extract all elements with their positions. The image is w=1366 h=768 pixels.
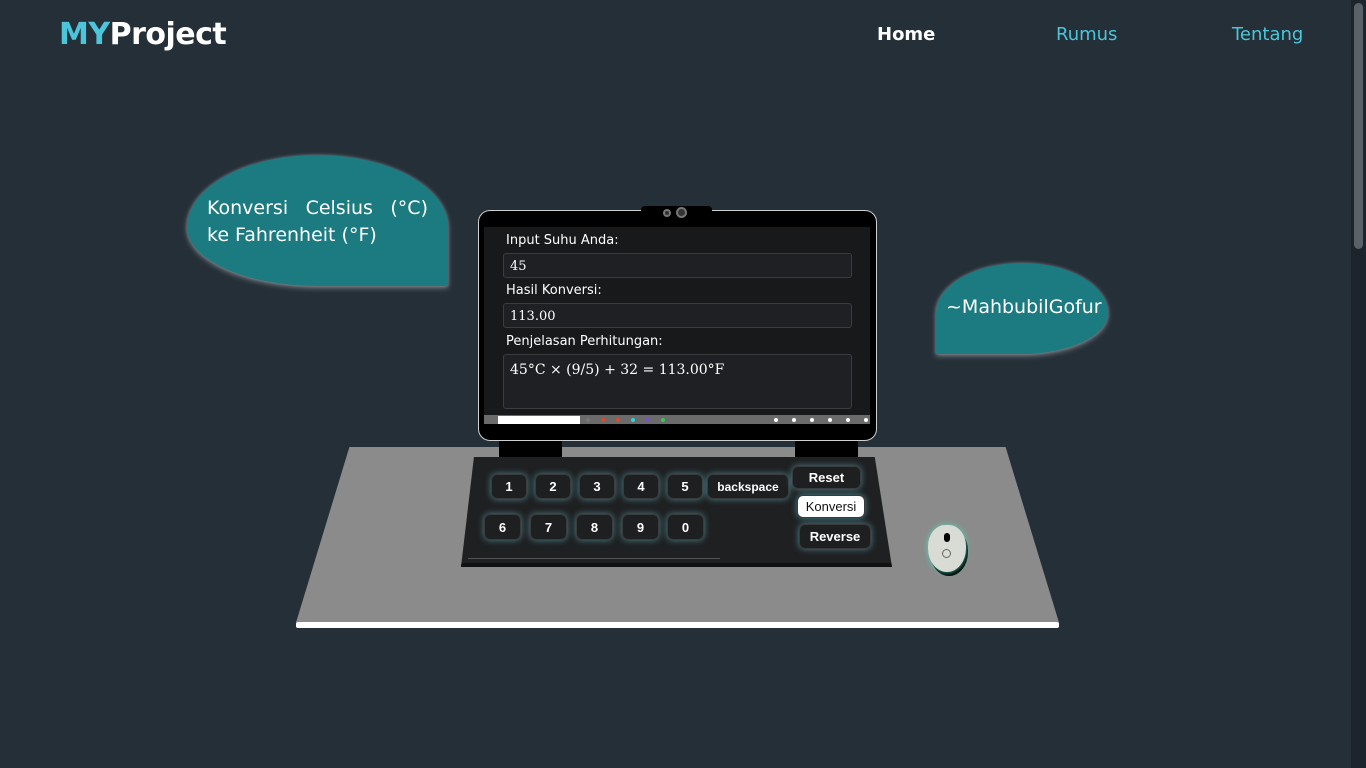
temperature-input[interactable]: 45: [503, 253, 852, 278]
taskbar-dot: [774, 418, 778, 422]
key-2[interactable]: 2: [535, 474, 571, 499]
reset-button[interactable]: Reset: [792, 466, 861, 489]
taskbar-dot: [601, 418, 605, 422]
screen-taskbar: [484, 415, 870, 424]
konversi-button[interactable]: Konversi: [797, 495, 865, 518]
screen-hinge-right: [795, 440, 858, 458]
desk-mat-edge: [296, 622, 1059, 628]
key-0[interactable]: 0: [667, 514, 704, 540]
page-scrollbar[interactable]: [1351, 0, 1366, 768]
scrollbar-thumb[interactable]: [1354, 3, 1363, 249]
key-8[interactable]: 8: [576, 514, 613, 540]
key-7[interactable]: 7: [530, 514, 567, 540]
taskbar-dot: [616, 418, 620, 422]
taskbar-dot: [864, 418, 868, 422]
title-bubble: Konversi Celsius (°C) ke Fahrenheit (°F): [187, 155, 448, 286]
backspace-key[interactable]: backspace: [707, 474, 789, 499]
input-label: Input Suhu Anda:: [506, 233, 619, 248]
key-5[interactable]: 5: [667, 474, 703, 499]
mouse-logo-icon: [942, 549, 951, 558]
reverse-button[interactable]: Reverse: [799, 524, 871, 549]
result-label: Hasil Konversi:: [506, 283, 602, 298]
taskbar-dot: [846, 418, 850, 422]
mouse-wheel-icon: [944, 533, 950, 542]
camera-sensor-icon: [663, 209, 671, 217]
taskbar-dot: [828, 418, 832, 422]
mouse-icon: [928, 525, 966, 572]
screen-hinge-left: [499, 440, 562, 458]
brand-accent: MY: [59, 17, 110, 52]
brand-logo[interactable]: MYProject: [59, 17, 227, 52]
brand-rest: Project: [109, 17, 227, 52]
key-9[interactable]: 9: [622, 514, 659, 540]
keyboard-divider: [468, 558, 720, 559]
key-1[interactable]: 1: [491, 474, 527, 499]
key-4[interactable]: 4: [623, 474, 659, 499]
explanation-field: 45°C × (9/5) + 32 = 113.00°F: [503, 354, 852, 409]
key-6[interactable]: 6: [484, 514, 521, 540]
taskbar-dot: [661, 418, 665, 422]
taskbar-dot: [631, 418, 635, 422]
taskbar-dot: [646, 418, 650, 422]
taskbar-dot: [810, 418, 814, 422]
result-field: 113.00: [503, 303, 852, 328]
taskbar-dot: [586, 418, 590, 422]
taskbar-highlight: [498, 416, 580, 424]
author-bubble: ~MahbubilGofur: [936, 263, 1108, 354]
camera-lens-icon: [676, 207, 687, 218]
nav-tentang[interactable]: Tentang: [1232, 24, 1303, 45]
taskbar-dot: [792, 418, 796, 422]
nav-rumus[interactable]: Rumus: [1056, 24, 1117, 45]
explanation-label: Penjelasan Perhitungan:: [506, 334, 663, 349]
nav-home[interactable]: Home: [877, 24, 935, 45]
key-3[interactable]: 3: [579, 474, 615, 499]
